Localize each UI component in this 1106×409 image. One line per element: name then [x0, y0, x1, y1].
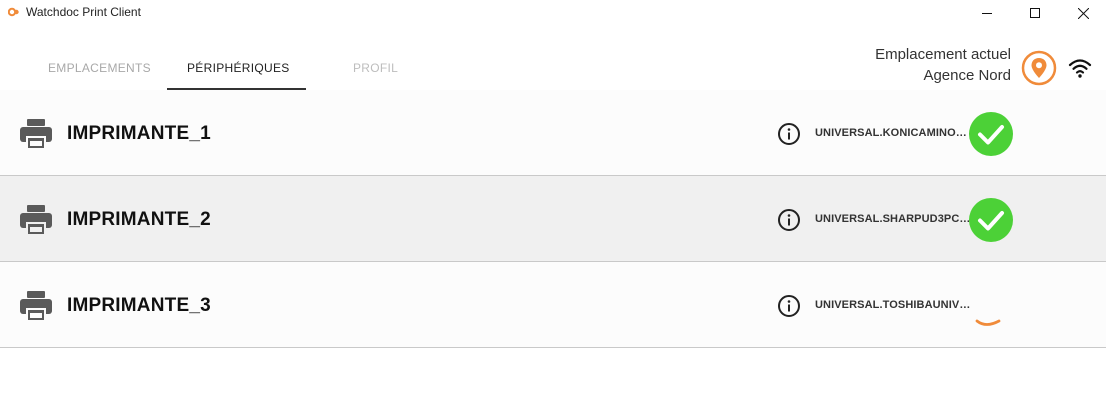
printer-icon — [20, 291, 52, 322]
maximize-icon — [1030, 8, 1040, 18]
tab-profil[interactable]: PROFIL — [353, 61, 398, 75]
watchdoc-logo-icon — [8, 7, 19, 17]
info-icon[interactable] — [777, 294, 801, 318]
close-button[interactable] — [1060, 0, 1106, 26]
device-name: IMPRIMANTE_1 — [67, 123, 211, 144]
printer-icon — [20, 205, 52, 236]
device-name: IMPRIMANTE_3 — [67, 295, 211, 316]
loading-spinner-icon — [975, 319, 1001, 326]
tab-emplacements[interactable]: EMPLACEMENTS — [48, 61, 151, 75]
current-location-name: Agence Nord — [923, 67, 1011, 84]
driver-name: UNIVERSAL.KONICAMINOLTA — [815, 127, 971, 139]
device-row[interactable]: IMPRIMANTE_1 UNIVERSAL.KONICAMINOLTA — [0, 90, 1106, 176]
location-pin-icon[interactable] — [1021, 50, 1057, 86]
minimize-icon — [982, 13, 992, 14]
info-icon[interactable] — [777, 208, 801, 232]
check-circle-icon — [969, 198, 1013, 242]
wifi-icon — [1068, 59, 1092, 78]
printer-icon — [20, 119, 52, 150]
current-location-label: Emplacement actuel — [875, 46, 1011, 63]
tab-peripheriques[interactable]: PÉRIPHÉRIQUES — [187, 61, 290, 75]
check-circle-icon — [969, 112, 1013, 156]
device-row[interactable]: IMPRIMANTE_2 UNIVERSAL.SHARPUD3PCL6 — [0, 176, 1106, 262]
driver-name: UNIVERSAL.SHARPUD3PCL6 — [815, 213, 971, 225]
title-bar: Watchdoc Print Client — [0, 0, 1106, 26]
close-icon — [1077, 7, 1089, 19]
info-icon[interactable] — [777, 122, 801, 146]
maximize-button[interactable] — [1012, 0, 1058, 26]
minimize-button[interactable] — [964, 0, 1010, 26]
window-title: Watchdoc Print Client — [26, 5, 141, 19]
device-name: IMPRIMANTE_2 — [67, 209, 211, 230]
device-row[interactable]: IMPRIMANTE_3 UNIVERSAL.TOSHIBAUNIVERSAL — [0, 262, 1106, 348]
driver-name: UNIVERSAL.TOSHIBAUNIVERSAL — [815, 299, 971, 311]
